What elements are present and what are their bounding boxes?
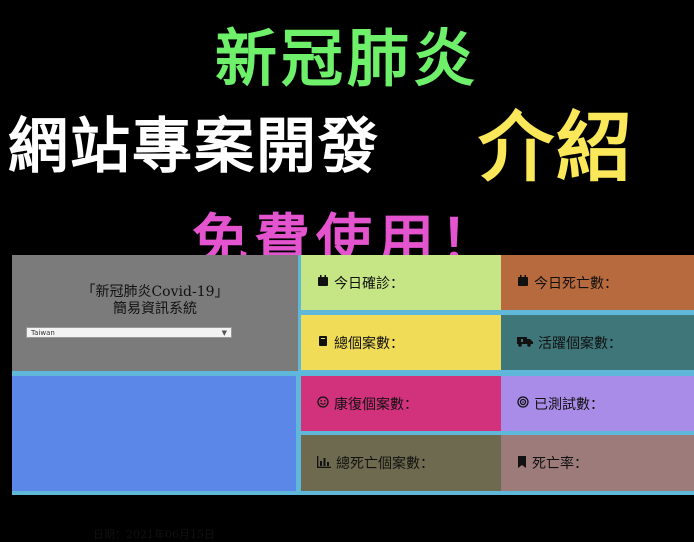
tile-label: 今日確診： <box>334 275 404 292</box>
tile-tested: 已測試數： <box>501 376 694 431</box>
tile-recovered-cases: 康復個案數： <box>301 376 513 431</box>
country-select-value: Taiwan <box>31 329 55 337</box>
tile-label: 康復個案數： <box>334 396 418 413</box>
tile-label: 死亡率： <box>532 456 588 472</box>
calendar-icon <box>317 275 329 290</box>
banner-line-2-accent: 介紹 <box>478 103 634 192</box>
country-select[interactable]: Taiwan ▼ <box>26 327 232 338</box>
banner-line-2: 網站專案開發 <box>8 112 380 182</box>
banner-line-1: 新冠肺炎 <box>214 22 479 95</box>
tile-label: 已測試數： <box>534 396 604 413</box>
app-panel: 「新冠肺炎Covid-19」 簡易資訊系統 Taiwan ▼ 日期：2021年0… <box>12 255 694 541</box>
date-card: 日期：2021年06月15日 <box>12 376 296 541</box>
date-label: 日期：2021年06月15日 <box>93 528 215 541</box>
ambulance-icon <box>517 335 533 350</box>
tile-label: 今日死亡數： <box>534 275 618 292</box>
tile-death-rate: 死亡率： <box>501 435 694 491</box>
tile-total-deaths: 總死亡個案數： <box>301 435 513 491</box>
app-title: 「新冠肺炎Covid-19」 簡易資訊系統 <box>12 284 298 318</box>
tile-total-cases: 總個案數： <box>301 315 513 370</box>
tile-active-cases: 活躍個案數： <box>501 315 694 370</box>
tile-label: 總死亡個案數： <box>336 456 434 472</box>
app-title-line-2: 簡易資訊系統 <box>113 301 197 317</box>
header-card: 「新冠肺炎Covid-19」 簡易資訊系統 Taiwan ▼ <box>12 255 298 371</box>
chevron-down-icon: ▼ <box>221 329 227 337</box>
book-icon <box>317 335 329 350</box>
tile-today-confirmed: 今日確診： <box>301 255 513 310</box>
tile-today-deaths: 今日死亡數： <box>501 255 694 310</box>
target-icon <box>517 396 529 411</box>
app-title-line-1: 「新冠肺炎Covid-19」 <box>81 284 229 300</box>
bar-chart-icon <box>317 455 331 471</box>
bookmark-icon <box>517 455 527 471</box>
smile-icon <box>317 396 329 411</box>
tile-label: 活躍個案數： <box>538 335 622 352</box>
calendar-icon <box>517 275 529 290</box>
tile-label: 總個案數： <box>334 335 404 352</box>
